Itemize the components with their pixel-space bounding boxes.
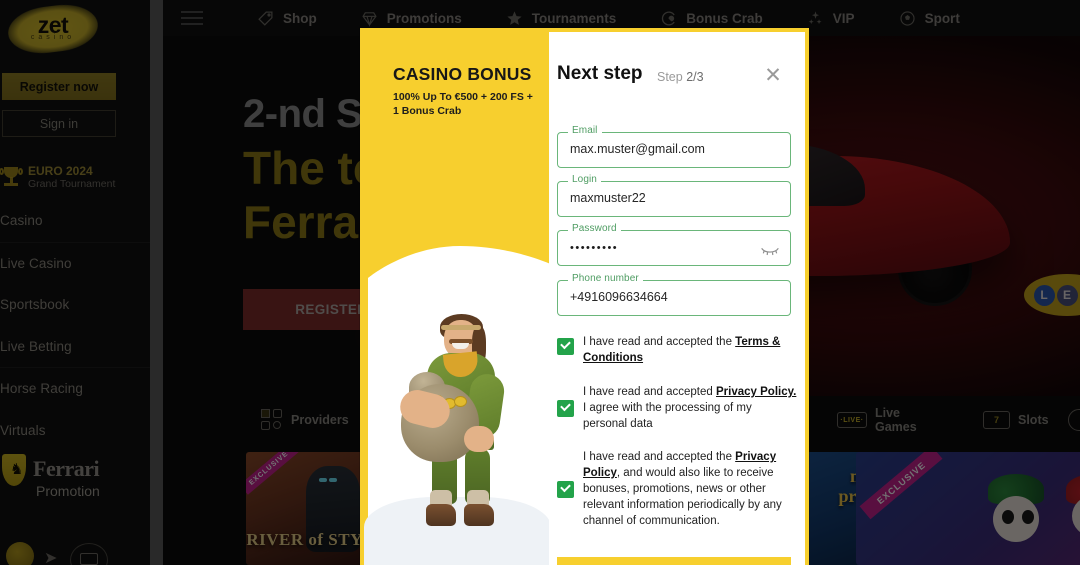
field-value: •••••••••	[570, 242, 619, 254]
mascot-character-illustration	[364, 298, 549, 565]
privacy-text-plain: I have read and accepted	[583, 386, 716, 398]
phone-number-field[interactable]: Phone number +4916096634664	[557, 273, 791, 316]
privacy-policy-link[interactable]: Privacy Policy.	[716, 386, 796, 398]
bonus-subtitle: 100% Up To €500 + 200 FS + 1 Bonus Crab	[393, 91, 533, 117]
field-label: Password	[568, 223, 621, 234]
checkbox-checked-icon[interactable]	[557, 338, 574, 355]
checkbox-checked-icon[interactable]	[557, 399, 574, 417]
step-word: Step	[657, 70, 683, 84]
privacy-text-tail: I agree with the processing of my person…	[583, 402, 752, 430]
terms-text: I have read and accepted the Terms & Con…	[583, 334, 797, 366]
step-value: 2/3	[686, 70, 704, 84]
bonus-title: CASINO BONUS	[393, 64, 532, 84]
marketing-text-plain: I have read and accepted the	[583, 451, 736, 463]
field-value: +4916096634664	[570, 290, 668, 304]
field-value: max.muster@gmail.com	[570, 142, 705, 156]
field-label: Phone number	[568, 273, 643, 284]
modal-step-indicator: Step 2/3	[657, 70, 704, 84]
close-x-icon[interactable]: ✕	[762, 65, 784, 87]
mascot-right-hand	[464, 426, 494, 452]
mascot-boot	[464, 504, 494, 526]
modal-form-panel: Next step Step 2/3 ✕ Email max.muster@gm…	[549, 32, 805, 565]
field-label: Login	[568, 174, 601, 185]
privacy-text: I have read and accepted Privacy Policy.…	[583, 384, 797, 432]
terms-checkbox-row[interactable]: I have read and accepted the Terms & Con…	[557, 334, 797, 366]
login-field[interactable]: Login maxmuster22	[557, 174, 791, 217]
app-root: zet casino Register now Sign in EURO 202…	[0, 0, 1080, 565]
password-field[interactable]: Password •••••••••	[557, 223, 791, 266]
eye-slash-icon[interactable]	[760, 243, 780, 256]
mascot-headband	[441, 325, 481, 330]
field-label: Email	[568, 125, 602, 136]
next-step-button[interactable]: Next step	[557, 557, 791, 565]
registration-modal: CASINO BONUS 100% Up To €500 + 200 FS + …	[360, 28, 809, 565]
terms-text-plain: I have read and accepted the	[583, 336, 736, 348]
modal-bonus-panel: CASINO BONUS 100% Up To €500 + 200 FS + …	[360, 28, 549, 565]
mascot-boot	[426, 504, 456, 526]
checkbox-checked-icon[interactable]	[557, 480, 574, 498]
marketing-consent-checkbox-row[interactable]: I have read and accepted the Privacy Pol…	[557, 449, 797, 529]
marketing-text: I have read and accepted the Privacy Pol…	[583, 449, 797, 529]
field-value: maxmuster22	[570, 191, 646, 205]
email-field[interactable]: Email max.muster@gmail.com	[557, 125, 791, 168]
modal-title: Next step	[557, 63, 643, 84]
privacy-policy-checkbox-row[interactable]: I have read and accepted Privacy Policy.…	[557, 384, 797, 432]
